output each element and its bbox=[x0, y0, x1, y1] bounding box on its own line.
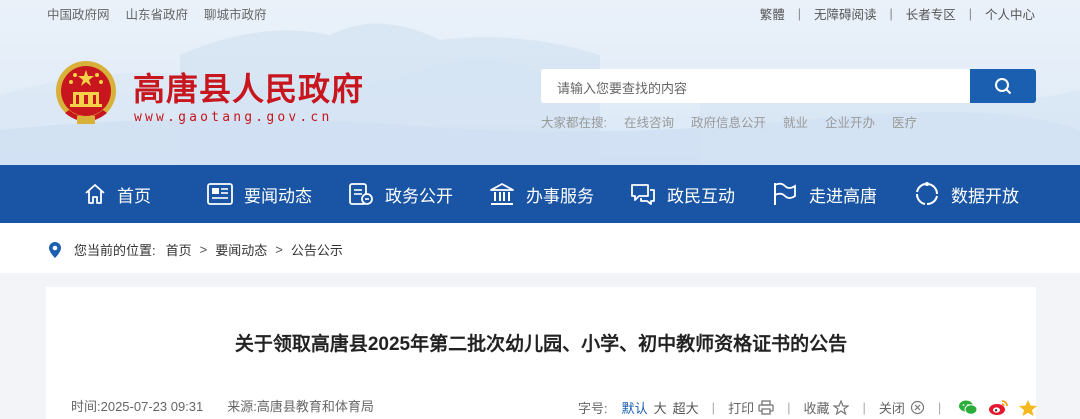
wechat-icon[interactable] bbox=[958, 399, 978, 416]
utility-links: 繁體 | 无障碍阅读 | 长者专区 | 个人中心 bbox=[760, 4, 1035, 23]
font-size-xlarge[interactable]: 超大 bbox=[673, 398, 699, 417]
search-icon bbox=[995, 78, 1012, 95]
top-link-gov-cn[interactable]: 中国政府网 bbox=[47, 4, 110, 23]
hot-word[interactable]: 在线咨询 bbox=[624, 112, 674, 131]
star-icon bbox=[833, 400, 850, 415]
traditional-chinese-link[interactable]: 繁體 bbox=[760, 4, 785, 23]
hot-search-words: 大家都在搜: 在线咨询 政府信息公开 就业 企业开办 医疗 bbox=[541, 112, 917, 131]
close-icon bbox=[910, 400, 924, 415]
home-icon bbox=[85, 184, 105, 204]
nav-item-interaction[interactable]: 政民互动 bbox=[629, 165, 735, 223]
nav-label: 走进高唐 bbox=[809, 186, 877, 206]
divider: | bbox=[787, 400, 791, 415]
article-tools: 字号: 默认 大 超大 | 打印 | 收藏 | 关闭 | bbox=[578, 398, 1038, 417]
divider: | bbox=[862, 400, 866, 415]
nav-item-about[interactable]: 走进高唐 bbox=[771, 165, 877, 223]
weibo-icon[interactable] bbox=[988, 399, 1009, 416]
close-button[interactable]: 关闭 bbox=[879, 398, 925, 417]
nav-item-open-data[interactable]: 数据开放 bbox=[913, 165, 1019, 223]
divider: | bbox=[968, 6, 972, 21]
chat-icon bbox=[631, 184, 655, 205]
qzone-star-icon[interactable] bbox=[1018, 399, 1038, 417]
breadcrumb-separator: > bbox=[199, 242, 208, 257]
site-title[interactable]: 高唐县人民政府 bbox=[133, 64, 364, 110]
nav-item-news[interactable]: 要闻动态 bbox=[206, 165, 312, 223]
location-pin-icon bbox=[49, 241, 61, 258]
site-url: www.gaotang.gov.cn bbox=[134, 110, 333, 125]
flag-icon bbox=[774, 182, 796, 205]
divider: | bbox=[797, 6, 801, 21]
share-buttons bbox=[958, 399, 1038, 417]
close-label: 关闭 bbox=[878, 401, 905, 416]
font-size-default[interactable]: 默认 bbox=[622, 398, 648, 417]
nav-label: 政务公开 bbox=[385, 186, 453, 206]
building-icon bbox=[490, 183, 514, 205]
hot-word[interactable]: 企业开办 bbox=[825, 112, 875, 131]
hot-word[interactable]: 就业 bbox=[783, 112, 808, 131]
breadcrumb: 您当前的位置: 首页 > 要闻动态 > 公告公示 bbox=[48, 240, 343, 259]
nav-item-home[interactable]: 首页 bbox=[83, 165, 151, 223]
top-link-shandong[interactable]: 山东省政府 bbox=[126, 4, 189, 23]
nav-item-gov-affairs[interactable]: 政务公开 bbox=[347, 165, 453, 223]
nav-label: 数据开放 bbox=[951, 186, 1019, 206]
document-icon bbox=[349, 183, 373, 205]
breadcrumb-notices[interactable]: 公告公示 bbox=[291, 240, 343, 259]
article-meta: 时间:2025-07-23 09:31 来源:高唐县教育和体育局 bbox=[71, 396, 374, 415]
personal-center-link[interactable]: 个人中心 bbox=[985, 4, 1035, 23]
nav-label: 要闻动态 bbox=[244, 186, 312, 206]
search-input[interactable]: 请输入您要查找的内容 bbox=[541, 69, 970, 103]
font-size-large[interactable]: 大 bbox=[654, 398, 667, 417]
nav-label: 政民互动 bbox=[667, 186, 735, 206]
favorite-button[interactable]: 收藏 bbox=[803, 398, 850, 417]
data-icon bbox=[915, 182, 938, 206]
hot-word[interactable]: 政府信息公开 bbox=[691, 112, 766, 131]
breadcrumb-label: 您当前的位置: bbox=[74, 243, 156, 258]
publish-time: 时间:2025-07-23 09:31 bbox=[71, 399, 204, 414]
article-source: 来源:高唐县教育和体育局 bbox=[227, 399, 374, 414]
divider: | bbox=[889, 6, 893, 21]
article-title: 关于领取高唐县2025年第二批次幼儿园、小学、初中教师资格证书的公告 bbox=[234, 334, 848, 355]
print-label: 打印 bbox=[728, 401, 755, 416]
nav-label: 办事服务 bbox=[526, 186, 594, 206]
hot-search-label: 大家都在搜: bbox=[541, 116, 607, 130]
breadcrumb-separator: > bbox=[275, 242, 283, 257]
breadcrumb-news[interactable]: 要闻动态 bbox=[215, 240, 267, 259]
newspaper-icon bbox=[207, 183, 233, 205]
favorite-label: 收藏 bbox=[803, 401, 830, 416]
search-button[interactable] bbox=[970, 69, 1036, 103]
nav-item-services[interactable]: 办事服务 bbox=[488, 165, 594, 223]
printer-icon bbox=[758, 400, 774, 415]
elderly-zone-link[interactable]: 长者专区 bbox=[906, 4, 956, 23]
main-nav: 首页 要闻动态 政务公开 办事服务 政民互动 走进高唐 数据开放 bbox=[0, 165, 1080, 223]
national-emblem-icon bbox=[56, 61, 116, 124]
divider: | bbox=[711, 400, 716, 415]
divider: | bbox=[937, 400, 942, 415]
top-links: 中国政府网 山东省政府 聊城市政府 bbox=[47, 4, 267, 23]
hot-word[interactable]: 医疗 bbox=[892, 112, 917, 131]
font-size-label: 字号: bbox=[578, 401, 608, 416]
accessibility-link[interactable]: 无障碍阅读 bbox=[814, 4, 877, 23]
print-button[interactable]: 打印 bbox=[728, 398, 774, 417]
nav-label: 首页 bbox=[117, 186, 151, 206]
breadcrumb-home[interactable]: 首页 bbox=[166, 240, 192, 259]
top-link-liaocheng[interactable]: 聊城市政府 bbox=[204, 4, 267, 23]
